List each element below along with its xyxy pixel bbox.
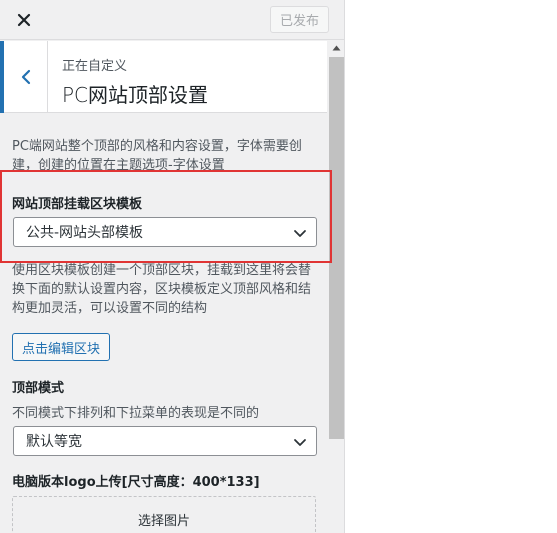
edit-block-button[interactable]: 点击编辑区块: [12, 333, 111, 361]
page-title: PC网站顶部设置: [62, 83, 209, 107]
header-subtitle: 正在自定义: [62, 59, 128, 74]
header-template-label: 网站顶部挂载区块模板: [12, 197, 143, 212]
customizer-panel: 已发布 正在自定义 PC网站顶部设置 PC端网站整个顶部的风格和内容设置，字体需…: [0, 0, 345, 533]
scrollbar[interactable]: [328, 41, 344, 533]
header-mode-select[interactable]: 默认等宽: [13, 426, 317, 456]
logo-upload-label: 电脑版本logo上传[尺寸高度：400*133]: [12, 475, 260, 490]
close-icon: [17, 13, 31, 27]
triangle-up-icon: [332, 45, 341, 51]
close-button[interactable]: [0, 0, 48, 40]
preview-area: [346, 0, 557, 533]
select-image-button[interactable]: 选择图片: [12, 496, 316, 533]
scroll-up-arrow[interactable]: [328, 41, 344, 55]
header-template-description: 使用区块模板创建一个顶部区块，挂载到这里将会替换下面的默认设置内容，区块模板定义…: [12, 263, 312, 316]
back-button[interactable]: [0, 41, 48, 113]
header-mode-description: 不同模式下排列和下拉菜单的表现是不同的: [12, 406, 260, 421]
publish-button[interactable]: 已发布: [270, 6, 329, 33]
chevron-down-icon: [294, 230, 306, 237]
section-header: 正在自定义 PC网站顶部设置: [0, 41, 327, 113]
header-template-select[interactable]: 公共-网站头部模板: [13, 217, 317, 247]
select-image-label: 选择图片: [137, 514, 190, 529]
header-template-selected: 公共-网站头部模板: [26, 225, 144, 241]
header-mode-label: 顶部模式: [12, 381, 65, 396]
header-mode-selected: 默认等宽: [26, 434, 82, 450]
chevron-left-icon: [21, 69, 30, 85]
chevron-down-icon: [294, 439, 306, 446]
customizer-topbar: 已发布: [0, 0, 344, 40]
